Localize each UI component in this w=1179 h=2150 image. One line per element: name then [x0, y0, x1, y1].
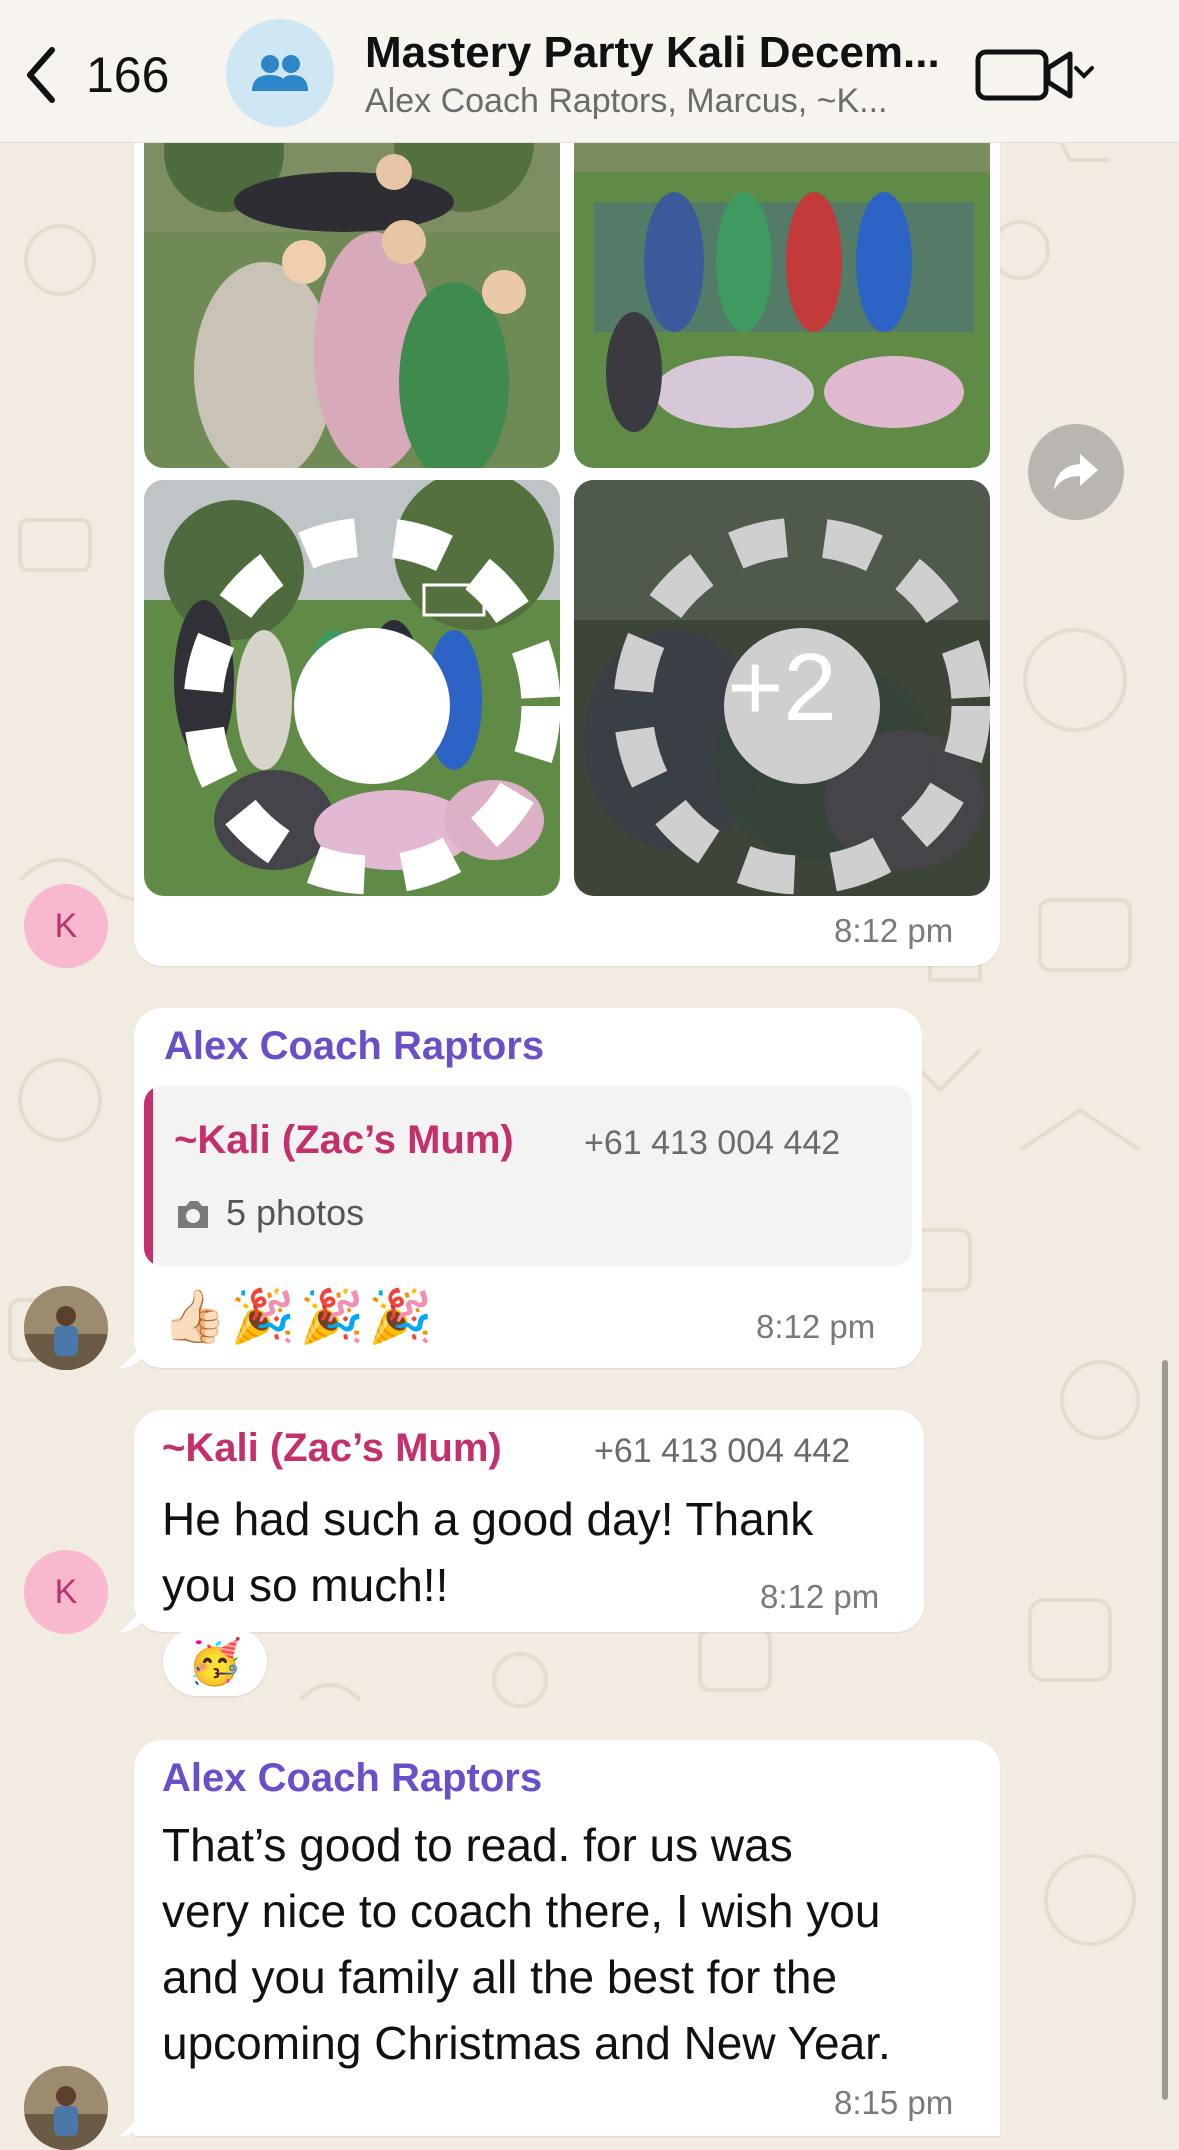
- more-photos-count: +2: [727, 634, 837, 741]
- message-text: He had such a good day! Thank: [162, 1493, 814, 1545]
- emoji-text: 👍🏻🎉🎉🎉: [162, 1288, 437, 1346]
- chat-header: 166 Mastery Party Kali Decem... Alex Coa…: [0, 0, 1179, 143]
- quoted-sender: ~Kali (Zac’s Mum): [174, 1118, 514, 1162]
- sender-name: Alex Coach Raptors: [162, 1756, 543, 1800]
- quoted-message[interactable]: ~Kali (Zac’s Mum) +61 413 004 442 5 phot…: [144, 1086, 912, 1266]
- reaction-emoji: 🥳: [187, 1638, 243, 1687]
- view-once-icon: [183, 517, 560, 895]
- message-time: 8:12 pm: [834, 912, 954, 949]
- video-call-button[interactable]: [974, 44, 1094, 104]
- album-photo-2[interactable]: [574, 112, 990, 468]
- chat-title[interactable]: Mastery Party Kali Decem...: [365, 28, 945, 78]
- scrollbar[interactable]: [1162, 1360, 1168, 2100]
- message-text: very nice to coach there, I wish you: [162, 1885, 881, 1937]
- message-text: That’s good to read. for us was: [162, 1819, 793, 1871]
- message-text: you so much!!: [162, 1559, 449, 1611]
- group-icon: [252, 55, 308, 91]
- group-avatar[interactable]: [226, 19, 334, 127]
- album-photo-3[interactable]: [144, 480, 560, 896]
- reaction-badge[interactable]: 🥳: [163, 1628, 267, 1696]
- quoted-text: 5 photos: [226, 1192, 365, 1233]
- avatar[interactable]: [24, 1286, 108, 1370]
- message-bubble: Alex Coach Raptors ~Kali (Zac’s Mum) +61…: [134, 1008, 922, 1368]
- chevron-left-icon: [27, 47, 55, 103]
- message-time: 8:12 pm: [760, 1578, 880, 1615]
- message-bubble: ~Kali (Zac’s Mum) +61 413 004 442 He had…: [134, 1410, 924, 1632]
- video-camera-icon: [975, 49, 1094, 101]
- forward-arrow-icon: [1054, 454, 1098, 490]
- sender-name: ~Kali (Zac’s Mum): [162, 1426, 502, 1470]
- message-text: and you family all the best for the: [162, 1951, 838, 2003]
- album-photo-1[interactable]: [144, 112, 560, 468]
- sender-name: Alex Coach Raptors: [164, 1024, 545, 1068]
- quote-bar: [144, 1086, 153, 1266]
- message-time: 8:12 pm: [756, 1308, 876, 1345]
- message-time: 8:15 pm: [834, 2084, 954, 2121]
- forward-button[interactable]: [1028, 424, 1124, 520]
- sender-phone: +61 413 004 442: [594, 1432, 851, 1470]
- album-photo-more[interactable]: +2: [574, 480, 990, 896]
- avatar[interactable]: [24, 2066, 108, 2150]
- camera-icon: [178, 1201, 208, 1228]
- message-bubble: Alex Coach Raptors That’s good to read. …: [134, 1740, 1000, 2136]
- avatar[interactable]: K: [24, 1550, 108, 1634]
- unread-count: 166: [86, 47, 170, 103]
- back-button[interactable]: 166: [22, 40, 182, 110]
- avatar[interactable]: K: [24, 884, 108, 968]
- message-text: upcoming Christmas and New Year.: [162, 2017, 891, 2069]
- quoted-phone: +61 413 004 442: [584, 1124, 841, 1162]
- chat-participants[interactable]: Alex Coach Raptors, Marcus, ~K...: [365, 82, 945, 121]
